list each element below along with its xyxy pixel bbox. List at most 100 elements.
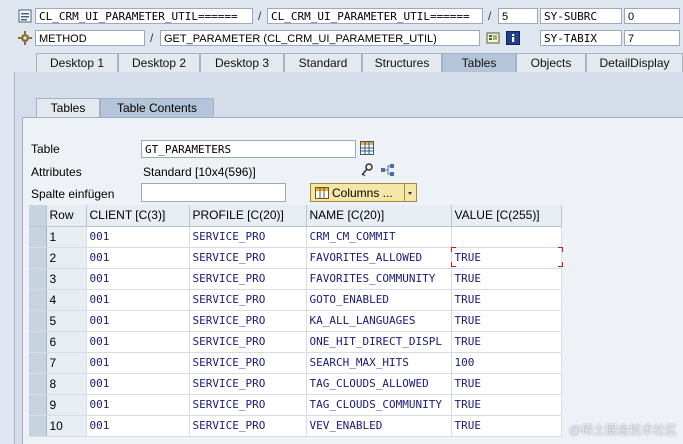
- sysvar-value-field-2[interactable]: 7: [624, 30, 680, 46]
- row-selector[interactable]: [29, 226, 47, 248]
- cell-profile[interactable]: SERVICE_PRO: [189, 331, 307, 353]
- columns-button-label: Columns ...: [332, 186, 393, 200]
- tab-desktop-1[interactable]: Desktop 1: [36, 53, 118, 72]
- cell-profile[interactable]: SERVICE_PRO: [189, 394, 307, 416]
- tab-standard[interactable]: Standard: [284, 53, 362, 72]
- cell-name[interactable]: SEARCH_MAX_HITS: [306, 352, 452, 374]
- cell-profile[interactable]: SERVICE_PRO: [189, 268, 307, 290]
- table-row[interactable]: 4 001 SERVICE_PRO GOTO_ENABLED TRUE: [29, 289, 562, 311]
- row-selector[interactable]: [29, 373, 47, 395]
- cell-client[interactable]: 001: [86, 268, 190, 290]
- sysvar-name-field-2[interactable]: SY-TABIX: [540, 30, 622, 46]
- cell-value[interactable]: TRUE: [451, 415, 562, 437]
- cell-client[interactable]: 001: [86, 352, 190, 374]
- row-selector[interactable]: [29, 247, 47, 269]
- cell-row: 2: [46, 247, 87, 269]
- cell-value[interactable]: TRUE: [451, 310, 562, 332]
- cell-value[interactable]: TRUE: [451, 268, 562, 290]
- cell-name[interactable]: VEV_ENABLED: [306, 415, 452, 437]
- cell-client[interactable]: 001: [86, 289, 190, 311]
- subtab-tables[interactable]: Tables: [36, 98, 100, 117]
- cell-client[interactable]: 001: [86, 310, 190, 332]
- cell-profile[interactable]: SERVICE_PRO: [189, 310, 307, 332]
- tab-tables[interactable]: Tables: [442, 53, 516, 72]
- cell-client[interactable]: 001: [86, 373, 190, 395]
- row-selector-header[interactable]: [29, 205, 47, 227]
- table-row[interactable]: 10 001 SERVICE_PRO VEV_ENABLED TRUE: [29, 415, 562, 437]
- tab-desktop-2[interactable]: Desktop 2: [118, 53, 200, 72]
- attributes-value: Standard [10x4(596)]: [143, 165, 256, 179]
- header-row[interactable]: Row: [46, 205, 87, 227]
- cell-value[interactable]: 100: [451, 352, 562, 374]
- attributes-label: Attributes: [31, 165, 82, 179]
- table-row[interactable]: 6 001 SERVICE_PRO ONE_HIT_DIRECT_DISPL TRUE: [29, 331, 562, 353]
- header-name[interactable]: NAME [C(20)]: [306, 205, 452, 227]
- row-selector[interactable]: [29, 289, 47, 311]
- cell-row: 9: [46, 394, 87, 416]
- cell-name[interactable]: GOTO_ENABLED: [306, 289, 452, 311]
- cell-name[interactable]: KA_ALL_LANGUAGES: [306, 310, 452, 332]
- header-value[interactable]: VALUE [C(255)]: [451, 205, 562, 227]
- cell-value[interactable]: TRUE: [451, 289, 562, 311]
- cell-name[interactable]: ONE_HIT_DIRECT_DISPL: [306, 331, 452, 353]
- cell-row: 3: [46, 268, 87, 290]
- table-row[interactable]: 5 001 SERVICE_PRO KA_ALL_LANGUAGES TRUE: [29, 310, 562, 332]
- table-row[interactable]: 3 001 SERVICE_PRO FAVORITES_COMMUNITY TRUE: [29, 268, 562, 290]
- include-field[interactable]: CL_CRM_UI_PARAMETER_UTIL======: [267, 8, 483, 24]
- cell-profile[interactable]: SERVICE_PRO: [189, 289, 307, 311]
- cell-profile[interactable]: SERVICE_PRO: [189, 352, 307, 374]
- cell-client[interactable]: 001: [86, 331, 190, 353]
- columns-button[interactable]: Columns ...: [310, 183, 417, 202]
- cell-client[interactable]: 001: [86, 415, 190, 437]
- cell-profile[interactable]: SERVICE_PRO: [189, 373, 307, 395]
- row-selector[interactable]: [29, 394, 47, 416]
- header-profile[interactable]: PROFILE [C(20)]: [189, 205, 307, 227]
- cell-name[interactable]: FAVORITES_ALLOWED: [306, 247, 452, 269]
- row-selector[interactable]: [29, 331, 47, 353]
- cell-name[interactable]: TAG_CLOUDS_ALLOWED: [306, 373, 452, 395]
- row-selector[interactable]: [29, 415, 47, 437]
- cell-row: 6: [46, 331, 87, 353]
- cell-profile[interactable]: SERVICE_PRO: [189, 247, 307, 269]
- table-view-icon[interactable]: [360, 141, 374, 155]
- tab-objects[interactable]: Objects: [516, 53, 586, 72]
- tab-detail-display[interactable]: DetailDisplay: [586, 53, 683, 72]
- row-selector[interactable]: [29, 268, 47, 290]
- cell-value[interactable]: TRUE: [451, 373, 562, 395]
- cell-client[interactable]: 001: [86, 394, 190, 416]
- table-name-input[interactable]: GT_PARAMETERS: [141, 140, 356, 158]
- row-selector[interactable]: [29, 310, 47, 332]
- hierarchy-icon[interactable]: [380, 163, 394, 177]
- cell-name[interactable]: CRM_CM_COMMIT: [306, 226, 452, 248]
- table-row[interactable]: 7 001 SERVICE_PRO SEARCH_MAX_HITS 100: [29, 352, 562, 374]
- event-field[interactable]: GET_PARAMETER (CL_CRM_UI_PARAMETER_UTIL): [160, 30, 480, 46]
- header-client[interactable]: CLIENT [C(3)]: [86, 205, 190, 227]
- cell-value[interactable]: TRUE: [451, 394, 562, 416]
- sysvar-value-field[interactable]: 0: [624, 8, 680, 24]
- sysvar-name-field[interactable]: SY-SUBRC: [540, 8, 622, 24]
- line-field[interactable]: 5: [498, 8, 538, 24]
- cell-value[interactable]: TRUE: [451, 331, 562, 353]
- spalte-input[interactable]: [141, 183, 286, 202]
- tab-structures[interactable]: Structures: [362, 53, 442, 72]
- program-field[interactable]: CL_CRM_UI_PARAMETER_UTIL======: [35, 8, 253, 24]
- table-row[interactable]: 8 001 SERVICE_PRO TAG_CLOUDS_ALLOWED TRUE: [29, 373, 562, 395]
- info-icon[interactable]: [506, 31, 520, 45]
- tab-desktop-3[interactable]: Desktop 3: [200, 53, 284, 72]
- cell-value[interactable]: [451, 226, 562, 248]
- cell-client[interactable]: 001: [86, 226, 190, 248]
- cell-name[interactable]: FAVORITES_COMMUNITY: [306, 268, 452, 290]
- subtab-table-contents[interactable]: Table Contents: [100, 98, 214, 117]
- row-selector[interactable]: [29, 352, 47, 374]
- separator: /: [258, 9, 262, 23]
- cell-name[interactable]: TAG_CLOUDS_COMMUNITY: [306, 394, 452, 416]
- separator: /: [488, 9, 492, 23]
- event-type-field[interactable]: METHOD: [35, 30, 145, 46]
- table-row[interactable]: 9 001 SERVICE_PRO TAG_CLOUDS_COMMUNITY TRUE: [29, 394, 562, 416]
- cell-profile[interactable]: SERVICE_PRO: [189, 415, 307, 437]
- display-icon[interactable]: [486, 31, 500, 45]
- table-row[interactable]: 1 001 SERVICE_PRO CRM_CM_COMMIT: [29, 226, 562, 248]
- key-icon[interactable]: [360, 163, 374, 177]
- cell-client[interactable]: 001: [86, 247, 190, 269]
- cell-profile[interactable]: SERVICE_PRO: [189, 226, 307, 248]
